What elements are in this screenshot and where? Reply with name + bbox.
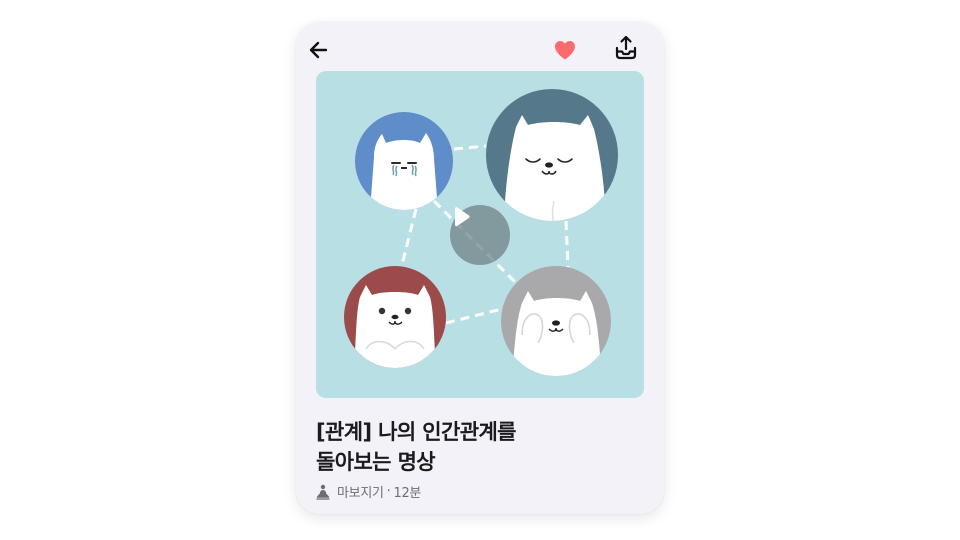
shy-cat [501,266,611,376]
video-thumbnail[interactable] [316,71,644,398]
back-button[interactable] [303,35,333,65]
content-meta: 마보지기 · 12분 [315,482,421,501]
favorite-button[interactable] [550,35,580,65]
author-label: 마보지기 [337,486,384,501]
praying-cat [344,266,446,368]
meditation-person-icon [315,484,331,500]
calm-cat [486,89,618,221]
duration-label: 12분 [393,486,422,501]
arrow-left-icon [309,41,328,59]
share-button[interactable] [611,33,641,63]
share-upload-icon [615,35,637,60]
top-bar [296,22,664,72]
title-line-1: [관계] 나의 인간관계를 [316,420,517,444]
play-icon [455,207,470,227]
crying-cat [355,112,453,210]
content-title: [관계] 나의 인간관계를 돌아보는 명상 [316,417,646,477]
title-line-2: 돌아보는 명상 [316,450,436,474]
content-card[interactable]: [관계] 나의 인간관계를 돌아보는 명상 마보지기 · 12분 [296,22,664,514]
meta-separator: · [386,484,391,499]
heart-icon [555,41,575,60]
play-button[interactable] [450,205,510,265]
